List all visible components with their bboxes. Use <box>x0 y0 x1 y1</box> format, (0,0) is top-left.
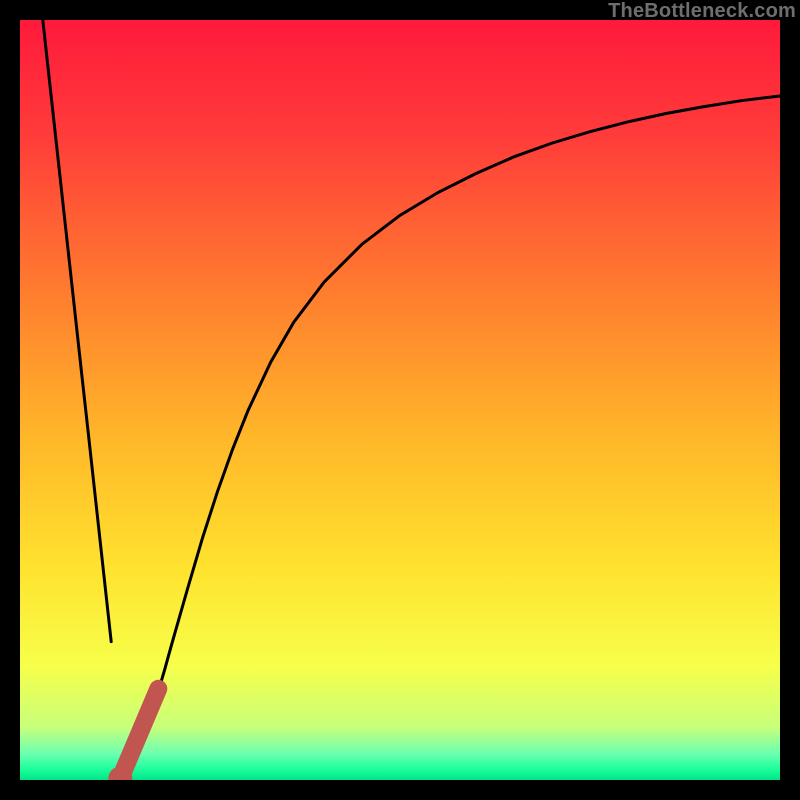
chart-plot-area <box>20 20 780 780</box>
gradient-background <box>20 20 780 780</box>
chart-frame: TheBottleneck.com <box>0 0 800 800</box>
chart-svg <box>20 20 780 780</box>
